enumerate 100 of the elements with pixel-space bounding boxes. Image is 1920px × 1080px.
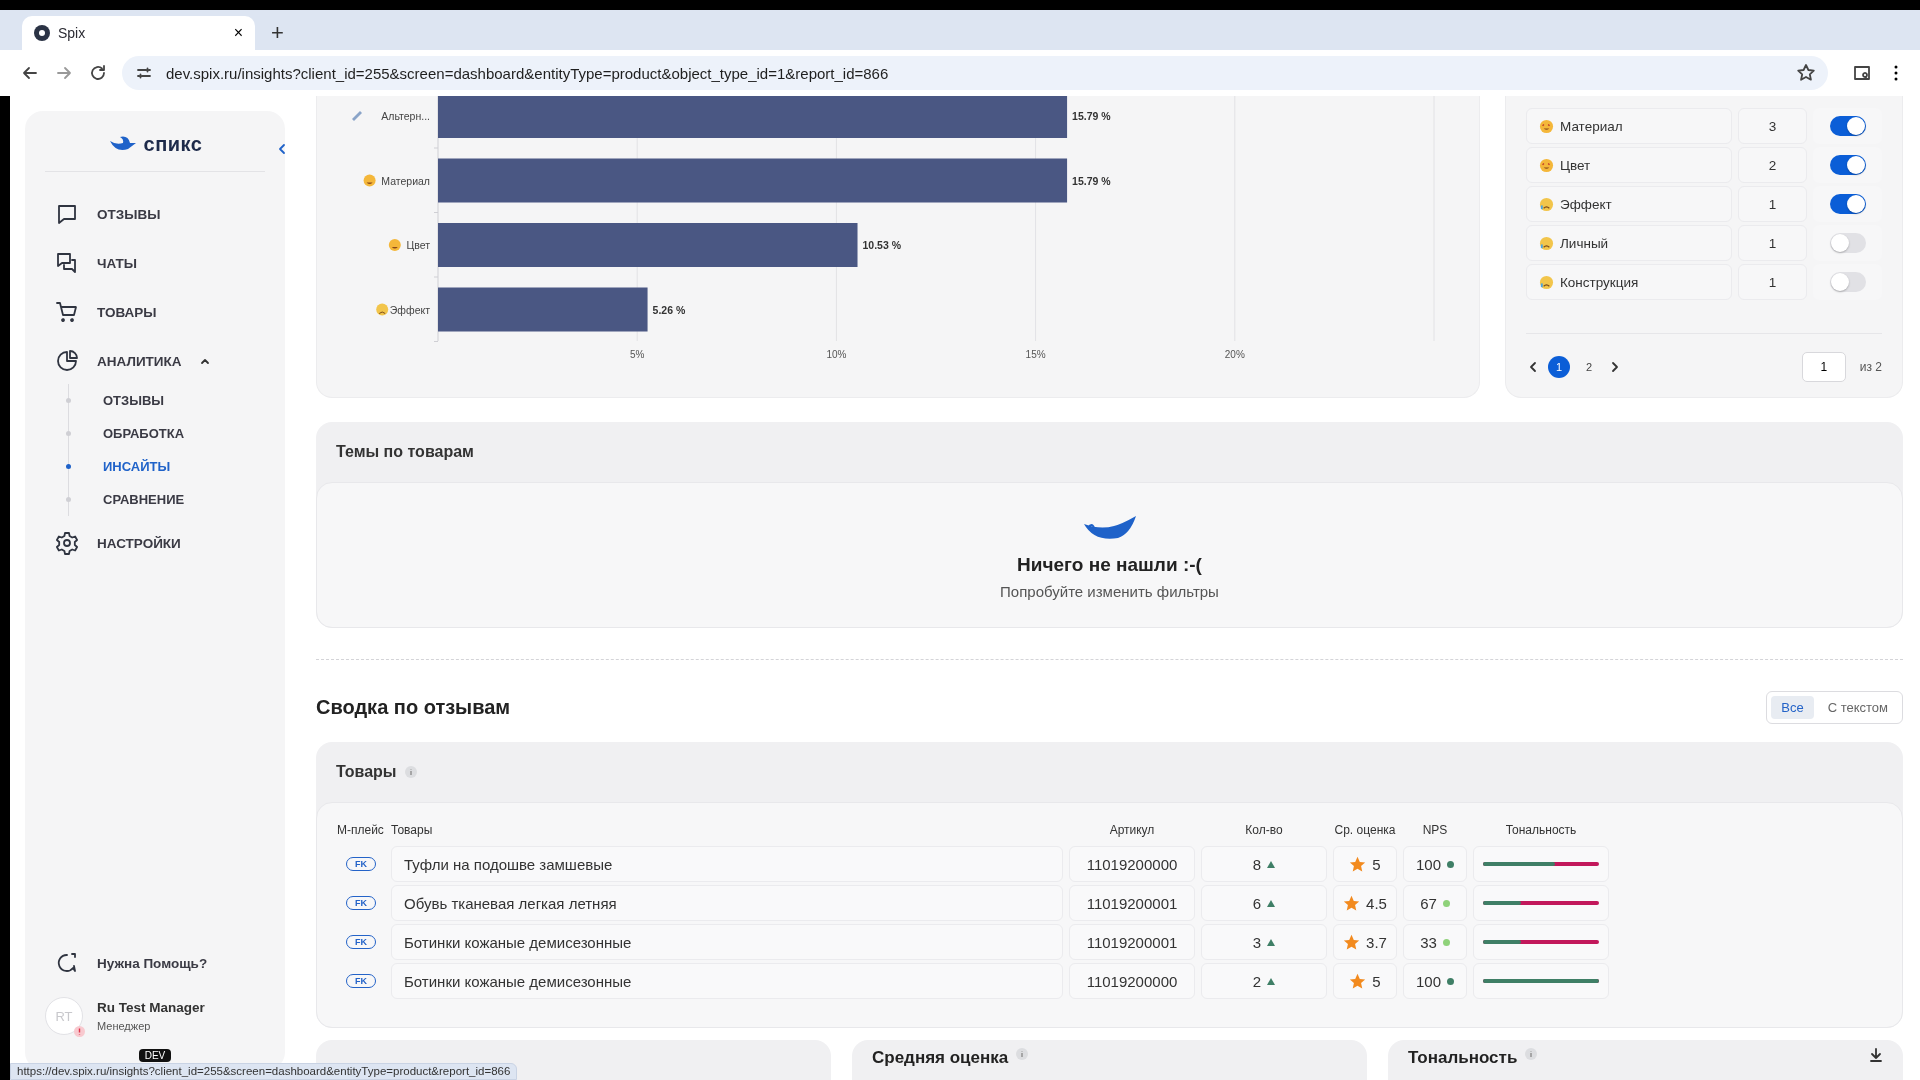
card-title: Темы по товарам <box>336 443 474 461</box>
reload-icon[interactable] <box>88 63 108 83</box>
subnav-item[interactable]: ОТЗЫВЫ <box>103 393 165 408</box>
topic-label: Материал <box>1560 118 1623 134</box>
info-icon <box>1016 1048 1029 1060</box>
section-title: Сводка по отзывам <box>316 695 511 719</box>
search-panel-icon[interactable] <box>1852 63 1872 83</box>
new-tab-button[interactable]: + <box>265 16 290 50</box>
nps-value: 67 <box>1420 894 1437 912</box>
pie-chart-icon <box>55 349 79 373</box>
count-value: 2 <box>1252 972 1262 990</box>
user-role: Менеджер <box>97 1020 152 1032</box>
product-name: Ботинки кожаные демисезонные <box>391 963 1063 999</box>
tick-label: 20% <box>1224 349 1245 360</box>
page-button[interactable]: 1 <box>1548 356 1570 378</box>
column-header: Кол-во <box>1244 822 1284 839</box>
url-text: dev.spix.ru/insights?client_id=255&screen=dashboard&entityType=product&object_type_id=1&report_id=866 <box>166 64 890 82</box>
nps-value: 100 <box>1416 855 1441 873</box>
card-title: Товары <box>336 763 397 781</box>
category-label: Эффект <box>389 303 430 316</box>
info-icon <box>404 766 417 778</box>
chat-icon <box>55 202 79 226</box>
alert-icon <box>74 1026 85 1037</box>
column-header: Тональность <box>1504 822 1578 839</box>
filter-option[interactable]: С текстом <box>1817 695 1898 719</box>
topic-label: Эффект <box>1560 196 1612 212</box>
topic-count: 1 <box>1738 264 1807 300</box>
bookmark-star-icon[interactable] <box>1796 63 1816 83</box>
column-header: Товары <box>391 822 434 839</box>
toggle-switch[interactable] <box>1829 116 1866 136</box>
article-cell: 11019200000 <box>1069 846 1195 882</box>
category-label: Материал <box>381 174 430 187</box>
toggle-switch[interactable] <box>1829 272 1866 292</box>
rating-value: 3.7 <box>1366 933 1387 951</box>
download-icon[interactable] <box>1869 1048 1883 1062</box>
filter-option[interactable]: Все <box>1771 695 1814 719</box>
tick-label: 10% <box>826 349 847 360</box>
count-value: 6 <box>1252 894 1262 912</box>
nav-item[interactable]: ТОВАРЫ <box>55 296 285 328</box>
page-input[interactable]: 1 <box>1801 352 1846 382</box>
topic-count: 1 <box>1738 186 1807 222</box>
category-label: Альтерн... <box>381 110 430 122</box>
env-badge: DEV <box>138 1049 172 1062</box>
column-header: Артикул <box>1108 822 1156 839</box>
subnav-item[interactable]: СРАВНЕНИЕ <box>103 492 185 507</box>
category-label: Цвет <box>406 239 430 251</box>
column-header: Ср. оценка <box>1333 822 1397 839</box>
user-name: Ru Test Manager <box>97 1000 205 1015</box>
topic-label: Личный <box>1560 235 1609 251</box>
settings-icon <box>55 531 79 555</box>
nav-item[interactable]: ОТЗЫВЫ <box>55 198 285 230</box>
nav-item[interactable]: ЧАТЫ <box>55 247 285 279</box>
card-title: Тональность <box>1408 1048 1518 1068</box>
subnav-item[interactable]: ОБРАБОТКА <box>103 426 185 441</box>
article-cell: 11019200001 <box>1069 885 1195 921</box>
empty-hint: Попробуйте изменить фильтры <box>1000 583 1219 600</box>
value-label: 15.79 % <box>1072 110 1111 122</box>
nps-value: 33 <box>1420 933 1437 951</box>
chats-icon <box>55 251 79 275</box>
topic-count: 2 <box>1738 147 1807 183</box>
empty-title: Ничего не нашли :-( <box>1017 554 1202 576</box>
card-title: Средняя оценка <box>872 1048 1009 1068</box>
topic-label: Конструкция <box>1560 274 1639 290</box>
value-label: 5.26 % <box>652 303 686 316</box>
nav-item[interactable]: АНАЛИТИКА <box>55 345 285 377</box>
logo-text: спикс <box>143 132 203 156</box>
toggle-switch[interactable] <box>1829 233 1866 253</box>
nps-value: 100 <box>1416 972 1441 990</box>
site-icon <box>34 25 50 41</box>
star-icon <box>1349 972 1367 990</box>
tab-title: Spix <box>58 25 87 41</box>
toggle-switch[interactable] <box>1829 155 1866 175</box>
rating-value: 4.5 <box>1366 894 1387 912</box>
product-name: Туфли на подошве замшевые <box>391 846 1063 882</box>
star-icon <box>1343 894 1361 912</box>
close-tab-button[interactable]: × <box>233 24 243 42</box>
product-name: Обувь тканевая легкая летняя <box>391 885 1063 921</box>
topic-count: 3 <box>1738 108 1807 144</box>
cart-icon <box>55 300 79 324</box>
help-link[interactable]: Нужна Помощь? <box>55 947 285 979</box>
rating-value: 5 <box>1372 855 1381 873</box>
tick-label: 5% <box>629 349 645 360</box>
article-cell: 11019200001 <box>1069 924 1195 960</box>
topic-count: 1 <box>1738 225 1807 261</box>
subnav-item[interactable]: ИНСАЙТЫ <box>103 459 171 474</box>
count-value: 8 <box>1252 855 1262 873</box>
star-icon <box>1343 933 1361 951</box>
product-name: Ботинки кожаные демисезонные <box>391 924 1063 960</box>
star-icon <box>1349 855 1367 873</box>
column-header: NPS <box>1421 822 1449 839</box>
help-chat-icon <box>55 951 79 975</box>
tick-label: 15% <box>1025 349 1046 360</box>
nav-item[interactable]: НАСТРОЙКИ <box>55 527 285 559</box>
topic-label: Цвет <box>1560 157 1591 173</box>
info-icon <box>1525 1048 1538 1060</box>
toggle-switch[interactable] <box>1829 194 1866 214</box>
page-button[interactable]: 2 <box>1578 356 1600 378</box>
browser-tab[interactable]: Spix × <box>22 16 255 50</box>
count-value: 3 <box>1252 933 1262 951</box>
address-bar[interactable]: dev.spix.ru/insights?client_id=255&screen=dashboard&entityType=product&object_type_id=1&report_id=866 <box>122 56 1828 90</box>
